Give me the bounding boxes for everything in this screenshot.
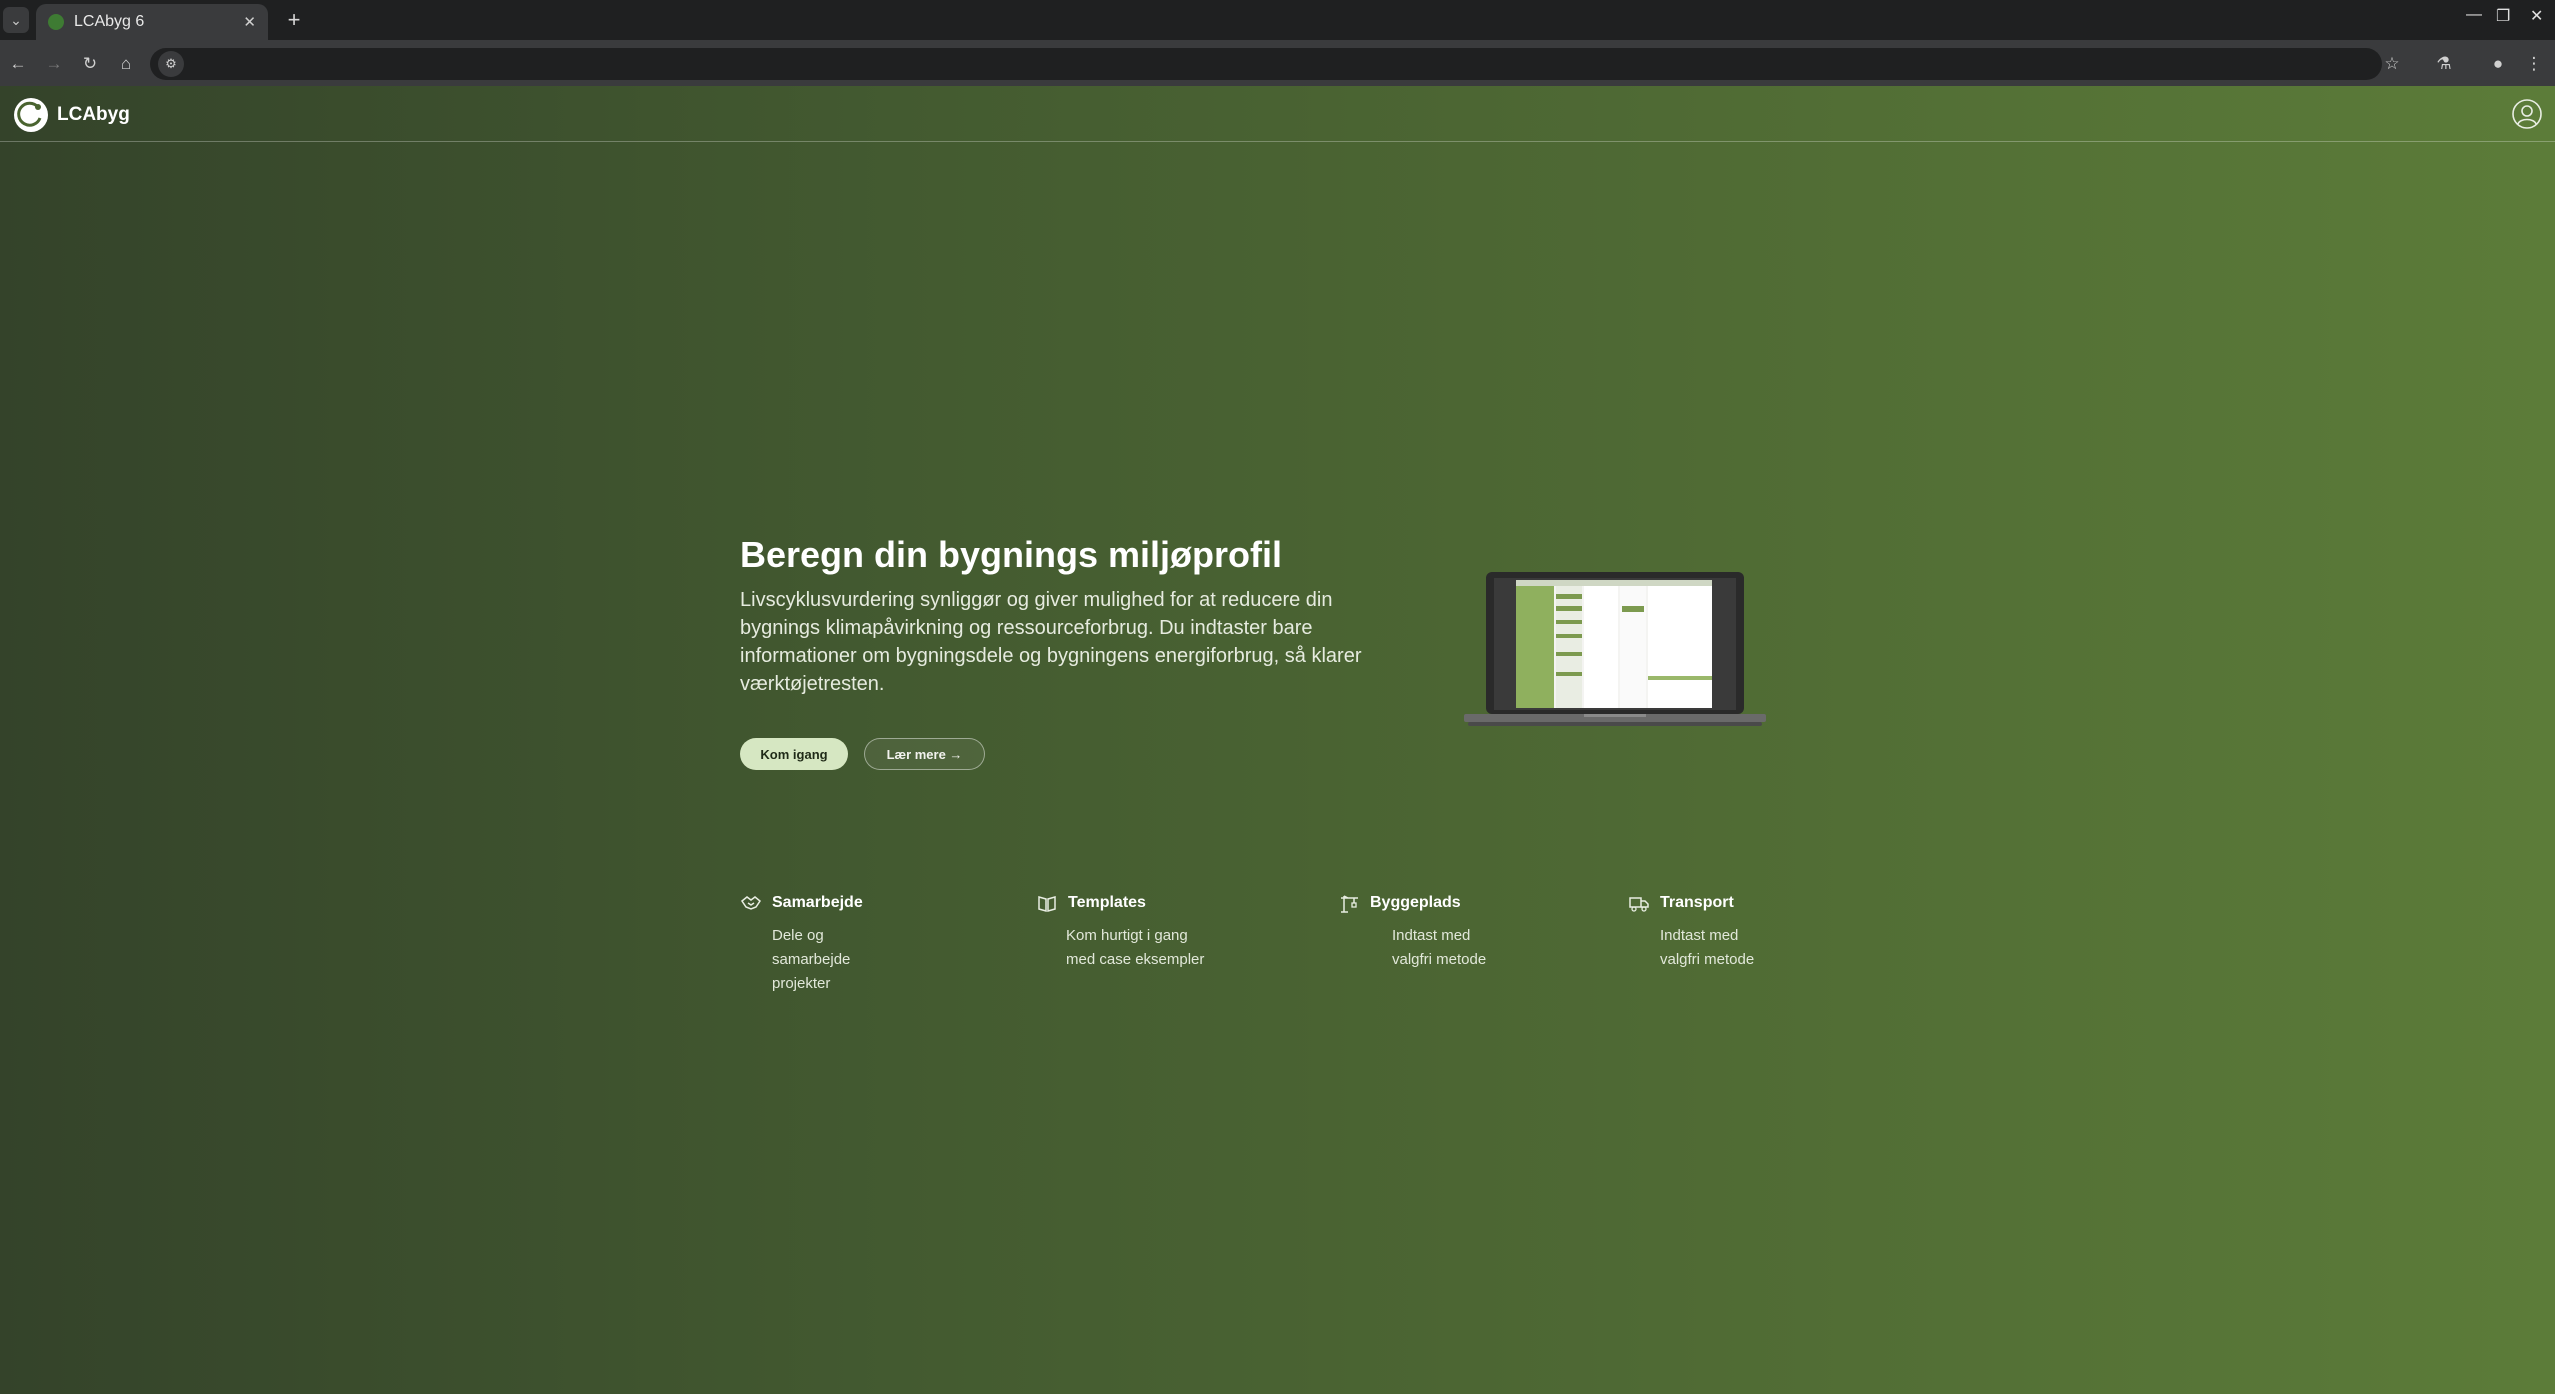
tab-search-chevron-icon[interactable]: ⌄ — [3, 7, 29, 33]
feature-samarbejde: Samarbejde Dele og samarbejde projekter — [740, 892, 863, 996]
feature-description: Dele og samarbejde projekter — [772, 927, 851, 992]
app-logo-text: LCAbyg — [57, 104, 130, 125]
home-icon[interactable]: ⌂ — [112, 50, 140, 78]
hero-description: Livscyklusvurdering synliggør og giver m… — [740, 589, 1362, 695]
new-tab-button[interactable]: + — [280, 6, 308, 34]
hero-title: Beregn din bygnings miljøprofil — [740, 534, 1283, 575]
landing-page: LCAbyg Beregn din bygnings miljøprofil L… — [0, 86, 2555, 1394]
feature-byggeplads: Byggeplads Indtast med valgfri metode — [1338, 892, 1486, 972]
book-icon — [1038, 896, 1056, 912]
feature-title: Transport — [1660, 894, 1734, 911]
feature-description: Kom hurtigt i gang med case eksempler — [1066, 927, 1205, 968]
lcabyg-favicon-icon — [48, 14, 64, 30]
back-arrow-icon[interactable]: ← — [4, 50, 32, 78]
feature-templates: Templates Kom hurtigt i gang med case ek… — [1036, 892, 1204, 972]
feature-description: Indtast med valgfri metode — [1392, 927, 1487, 968]
learn-more-button[interactable]: Lær mere → — [864, 738, 985, 770]
tab-title: LCAbyg 6 — [74, 13, 145, 30]
crane-icon — [1341, 895, 1358, 913]
tab-close-icon[interactable]: ✕ — [243, 13, 256, 31]
get-started-button[interactable]: Kom igang — [740, 738, 848, 770]
browser-tab[interactable]: LCAbyg 6 ✕ — [36, 4, 268, 40]
address-bar[interactable] — [150, 48, 2382, 80]
site-info-icon[interactable]: ⚙ — [158, 51, 184, 77]
handshake-icon — [740, 896, 762, 910]
profile-icon[interactable]: ● — [2484, 50, 2512, 78]
labs-flask-icon[interactable]: ⚗ — [2430, 50, 2458, 78]
feature-title: Templates — [1068, 894, 1146, 911]
close-window-icon[interactable]: ✕ — [2530, 6, 2543, 26]
user-account-icon[interactable] — [2511, 98, 2543, 130]
browser-menu-icon[interactable]: ⋮ — [2520, 50, 2548, 78]
app-logo[interactable]: LCAbyg — [12, 96, 130, 134]
minimize-window-icon[interactable]: — — [2466, 6, 2482, 24]
lcabyg-logo-icon — [14, 98, 48, 132]
bookmark-star-icon[interactable]: ☆ — [2378, 50, 2406, 78]
reload-icon[interactable]: ↻ — [76, 50, 104, 78]
feature-description: Indtast med valgfri metode — [1660, 927, 1755, 968]
restore-window-icon[interactable]: ❐ — [2496, 6, 2510, 26]
feature-title: Byggeplads — [1370, 894, 1461, 911]
laptop-screenshot-image — [1464, 572, 1766, 726]
feature-transport: Transport Indtast med valgfri metode — [1628, 892, 1754, 972]
feature-title: Samarbejde — [772, 894, 863, 911]
app-header: LCAbyg — [0, 86, 2555, 142]
browser-tab-bar: ⌄ LCAbyg 6 ✕ + — ❐ ✕ — [0, 0, 2555, 40]
truck-icon — [1629, 897, 1649, 912]
forward-arrow-icon[interactable]: → — [40, 50, 68, 78]
